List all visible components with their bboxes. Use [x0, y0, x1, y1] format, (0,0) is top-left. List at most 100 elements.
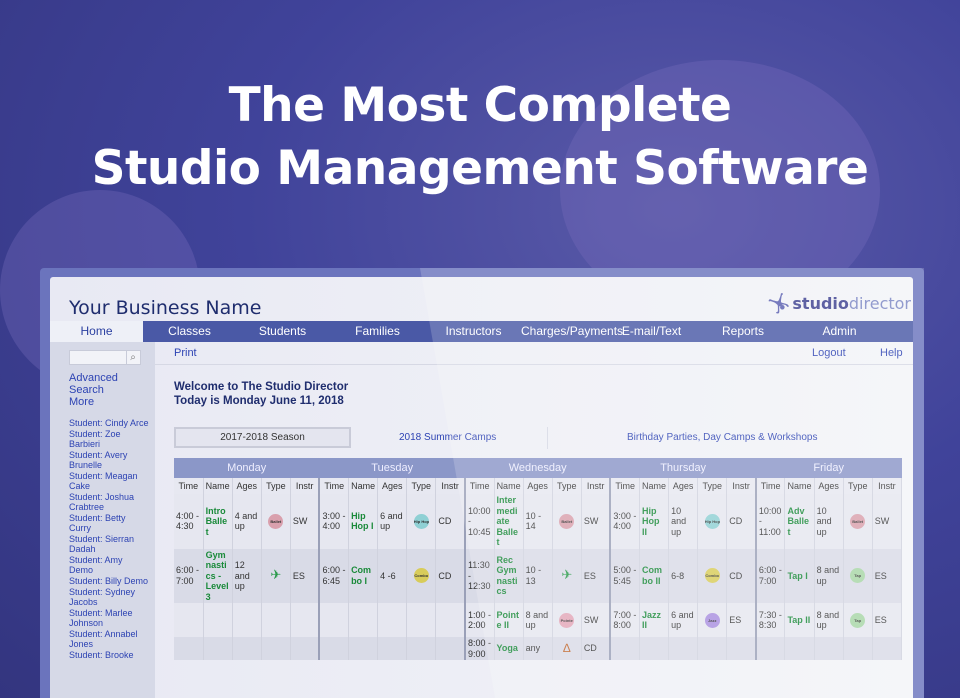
- empty-cell: [609, 637, 641, 660]
- nav-tab-students[interactable]: Students: [236, 321, 329, 342]
- more-link[interactable]: More: [69, 396, 118, 408]
- table-row: 8:00 - 9:00 Yoga any ∆ CD: [174, 637, 903, 660]
- recent-student-link[interactable]: Student: Sierran Dadah: [69, 534, 149, 554]
- nav-tab-reports[interactable]: Reports: [694, 321, 792, 342]
- headline-line-2: Studio Management Software: [91, 141, 869, 196]
- class-type: ∆: [552, 637, 582, 660]
- column-header: Type: [406, 478, 437, 494]
- class-time: 6:00 - 7:00: [174, 548, 204, 603]
- class-name-link[interactable]: Jazz II: [639, 603, 670, 637]
- class-type: Ballet: [552, 494, 582, 549]
- class-name-link[interactable]: Adv Ballet: [784, 494, 815, 549]
- class-name-link[interactable]: Yoga: [494, 637, 524, 660]
- empty-cell: [318, 637, 350, 660]
- column-header: Type: [552, 478, 582, 494]
- class-name-link[interactable]: Intermediate Ballet: [494, 494, 524, 549]
- empty-cell: [261, 637, 291, 660]
- class-name-link[interactable]: Intro Ballet: [203, 494, 233, 549]
- empty-cell: [435, 637, 466, 660]
- empty-cell: [872, 637, 903, 660]
- class-instructor: ES: [872, 603, 903, 637]
- recent-student-link[interactable]: Student: Marlee Johnson: [69, 608, 149, 628]
- help-link[interactable]: Help: [880, 347, 903, 359]
- class-name-link[interactable]: Gymnastics - Level 3: [203, 548, 233, 603]
- class-time: 5:00 - 5:45: [609, 548, 641, 603]
- welcome-line: Welcome to The Studio Director: [174, 381, 349, 393]
- nav-tab-classes[interactable]: Classes: [143, 321, 236, 342]
- column-header: Time: [318, 478, 350, 494]
- empty-cell: [639, 637, 670, 660]
- column-header: Name: [348, 478, 379, 494]
- nav-tab-home[interactable]: Home: [50, 321, 143, 342]
- class-ages: 6 and up: [668, 603, 699, 637]
- class-ages: 8 and up: [523, 603, 553, 637]
- class-name-link[interactable]: Tap I: [784, 548, 815, 603]
- recent-student-link[interactable]: Student: Billy Demo: [69, 576, 149, 586]
- class-instructor: ES: [290, 548, 320, 603]
- recent-student-link[interactable]: Student: Betty Curry: [69, 513, 149, 533]
- class-type: Jazz: [697, 603, 728, 637]
- class-type: Hip Hop: [406, 494, 437, 549]
- class-instructor: SW: [872, 494, 903, 549]
- recent-student-link[interactable]: Student: Annabel Jones: [69, 629, 149, 649]
- class-time: 10:00 - 10:45: [463, 494, 495, 549]
- class-time: 4:00 - 4:30: [174, 494, 204, 549]
- class-ages: 6-8: [668, 548, 699, 603]
- column-header: Type: [261, 478, 291, 494]
- class-time: 3:00 - 4:00: [318, 494, 350, 549]
- class-time: 3:00 - 4:00: [609, 494, 641, 549]
- class-type: Pointe: [552, 603, 582, 637]
- class-name-link[interactable]: Hip Hop II: [639, 494, 670, 549]
- recent-student-link[interactable]: Student: Amy Demo: [69, 555, 149, 575]
- recent-student-link[interactable]: Student: Zoe Barbieri: [69, 429, 149, 449]
- column-header: Time: [463, 478, 495, 494]
- empty-cell: [290, 603, 320, 637]
- dancer-logo-icon: 🤸︎: [766, 291, 792, 315]
- logout-link[interactable]: Logout: [812, 347, 846, 359]
- column-header: Ages: [668, 478, 699, 494]
- class-name-link[interactable]: Combo I: [348, 548, 379, 603]
- tab-season[interactable]: 2017-2018 Season: [174, 427, 351, 448]
- class-name-link[interactable]: Rec Gymnastics: [494, 548, 524, 603]
- class-ages: 12 and up: [232, 548, 262, 603]
- tab-parties-camps-workshops[interactable]: Birthday Parties, Day Camps & Workshops: [627, 432, 817, 443]
- sub-toolbar: Print Logout Help: [155, 342, 913, 365]
- class-type: Hip Hop: [697, 494, 728, 549]
- recent-student-link[interactable]: Student: Joshua Crabtree: [69, 492, 149, 512]
- search-icon[interactable]: ⌕: [126, 351, 139, 364]
- nav-tab-instructors[interactable]: Instructors: [426, 321, 521, 342]
- class-type: Ballet: [261, 494, 291, 549]
- recent-student-link[interactable]: Student: Avery Brunelle: [69, 450, 149, 470]
- day-header: Tuesday: [319, 458, 465, 478]
- gymnastics-icon: ✈︎: [270, 567, 282, 582]
- recent-student-link[interactable]: Student: Cindy Arce: [69, 418, 149, 428]
- recent-student-link[interactable]: Student: Brooke: [69, 650, 149, 660]
- class-name-link[interactable]: Hip Hop I: [348, 494, 379, 549]
- class-instructor: CD: [435, 548, 466, 603]
- recent-student-link[interactable]: Student: Sydney Jacobs: [69, 587, 149, 607]
- class-ages: any: [523, 637, 553, 660]
- class-name-link[interactable]: Combo II: [639, 548, 670, 603]
- search-link[interactable]: Search: [69, 384, 118, 396]
- advanced-link[interactable]: Advanced: [69, 372, 118, 384]
- class-instructor: SW: [581, 494, 611, 549]
- search-input[interactable]: ⌕: [69, 350, 141, 365]
- class-instructor: SW: [581, 603, 611, 637]
- empty-cell: [232, 637, 262, 660]
- nav-tab-admin[interactable]: Admin: [792, 321, 887, 342]
- jazz-type-icon: Jazz: [704, 612, 720, 628]
- empty-cell: [290, 637, 320, 660]
- class-name-link[interactable]: Pointe II: [494, 603, 524, 637]
- class-ages: 4 and up: [232, 494, 262, 549]
- class-name-link[interactable]: Tap II: [784, 603, 815, 637]
- day-header: Monday: [174, 458, 320, 478]
- class-type: Combo: [697, 548, 728, 603]
- print-link[interactable]: Print: [174, 347, 197, 359]
- empty-cell: [203, 637, 233, 660]
- nav-tab-charges-payments[interactable]: Charges/Payments: [521, 321, 623, 342]
- recent-student-link[interactable]: Student: Meagan Cake: [69, 471, 149, 491]
- tab-summer-camps[interactable]: 2018 Summer Camps: [399, 432, 496, 443]
- nav-tab-e-mail-text[interactable]: E-mail/Text: [609, 321, 694, 342]
- nav-tab-families[interactable]: Families: [329, 321, 426, 342]
- column-header: Ages: [814, 478, 844, 494]
